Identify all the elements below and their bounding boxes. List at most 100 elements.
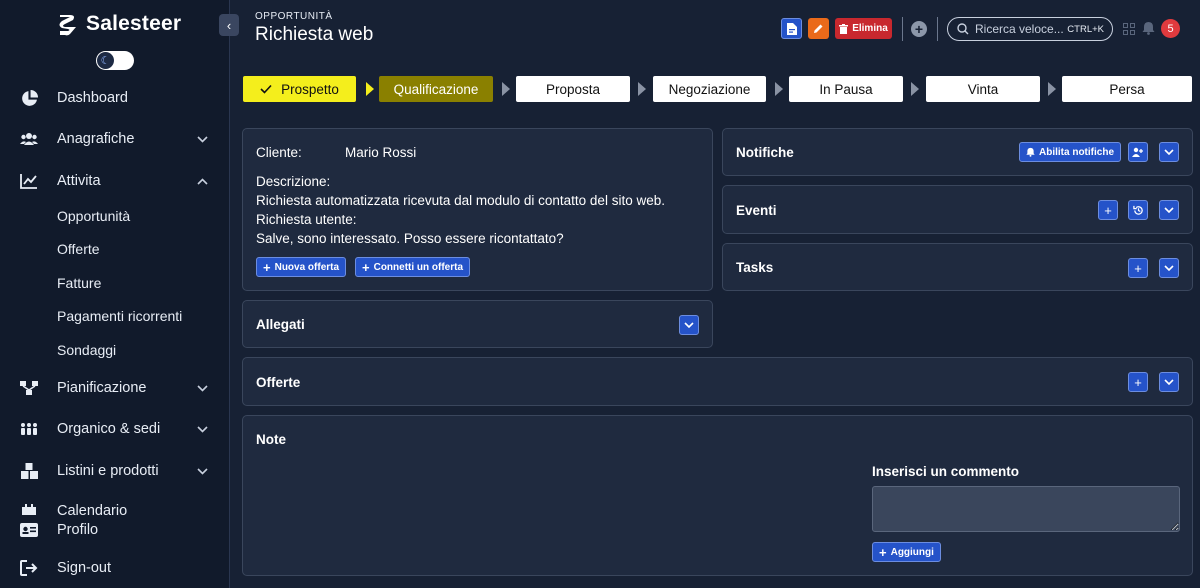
stage-label: Qualificazione: [393, 81, 479, 97]
tasks-title: Tasks: [736, 260, 774, 275]
chevron-down-icon: [1164, 149, 1174, 155]
plus-icon: +: [879, 544, 887, 560]
notes-title: Note: [256, 432, 286, 447]
stage-label: Prospetto: [281, 81, 339, 97]
chevron-down-icon: [684, 322, 694, 328]
add-subscriber-button[interactable]: [1128, 142, 1148, 162]
sidebar-item-label: Organico & sedi: [57, 421, 161, 437]
document-button[interactable]: [781, 18, 802, 39]
client-label: Cliente:: [256, 145, 302, 160]
apps-grid-icon[interactable]: [1123, 23, 1135, 35]
plus-icon: +: [362, 259, 370, 275]
sidebar-subitem-sondaggi[interactable]: Sondaggi: [57, 342, 116, 358]
page-title: Richiesta web: [255, 24, 374, 45]
delete-button[interactable]: Elimina: [835, 18, 892, 39]
button-label: Abilita notifiche: [1039, 146, 1114, 158]
sidebar-subitem-fatture[interactable]: Fatture: [57, 275, 101, 291]
stage-label: Negoziazione: [668, 81, 751, 97]
history-icon: [1132, 205, 1143, 215]
button-label: Connetti un offerta: [373, 261, 464, 273]
comment-label: Inserisci un commento: [872, 464, 1020, 479]
notification-badge[interactable]: 5: [1161, 19, 1180, 38]
offers-panel: Offerte +: [242, 357, 1193, 406]
stage-negoziazione[interactable]: Negoziazione: [653, 76, 766, 102]
delete-label: Elimina: [852, 23, 888, 34]
stage-qualificazione[interactable]: Qualificazione: [379, 76, 493, 102]
add-circle-button[interactable]: +: [911, 21, 927, 37]
stage-prospetto[interactable]: Prospetto: [243, 76, 356, 102]
pencil-icon: [814, 24, 823, 33]
add-task-button[interactable]: +: [1128, 258, 1148, 278]
event-history-button[interactable]: [1128, 200, 1148, 220]
chevron-left-icon: ‹: [226, 17, 232, 33]
brand-logo[interactable]: Salesteer: [56, 11, 181, 37]
trash-icon: [839, 23, 849, 34]
sidebar-item-listini-prodotti[interactable]: Listini e prodotti: [0, 456, 229, 486]
sidebar-item-calendario[interactable]: Calendario: [0, 497, 229, 515]
details-panel: Cliente: Mario Rossi Descrizione: Richie…: [242, 128, 713, 291]
description-line: Salve, sono interessato. Posso essere ri…: [256, 231, 564, 246]
sidebar-subitem-offerte[interactable]: Offerte: [57, 241, 100, 257]
chevron-down-icon: [197, 464, 208, 478]
expand-tasks-button[interactable]: [1159, 258, 1179, 278]
new-offer-button[interactable]: + Nuova offerta: [256, 257, 347, 277]
stage-in-pausa[interactable]: In Pausa: [789, 76, 903, 102]
chevron-up-icon: [197, 174, 208, 188]
stage-vinta[interactable]: Vinta: [926, 76, 1040, 102]
add-event-button[interactable]: +: [1098, 200, 1118, 220]
stage-persa[interactable]: Persa: [1062, 76, 1192, 102]
add-offer-button[interactable]: +: [1128, 372, 1148, 392]
expand-attachments-button[interactable]: [679, 315, 699, 335]
sidebar-subitem-pagamenti-ricorrenti[interactable]: Pagamenti ricorrenti: [57, 308, 182, 324]
button-label: Nuova offerta: [274, 261, 340, 273]
search-input[interactable]: [975, 22, 1075, 36]
enable-notifications-button[interactable]: Abilita notifiche: [1019, 142, 1121, 162]
stage-label: In Pausa: [819, 81, 873, 97]
stage-arrow: [638, 82, 646, 96]
sidebar-item-label: Calendario: [57, 503, 128, 515]
sidebar-item-label: Attivita: [57, 173, 101, 189]
connect-offer-button[interactable]: + Connetti un offerta: [355, 257, 471, 277]
users-icon: [20, 130, 38, 148]
sidebar-item-pianificazione[interactable]: Pianificazione: [0, 373, 229, 403]
boxes-icon: [20, 462, 38, 480]
button-label: Aggiungi: [890, 546, 934, 558]
theme-toggle[interactable]: ☾: [96, 51, 134, 70]
edit-button[interactable]: [808, 18, 829, 39]
calendar-icon: [20, 503, 38, 515]
quick-search[interactable]: CTRL+K: [947, 17, 1113, 41]
sidebar-item-sign-out[interactable]: Sign-out: [0, 553, 229, 583]
expand-offers-button[interactable]: [1159, 372, 1179, 392]
user-plus-icon: [1132, 147, 1143, 157]
sidebar-subitem-opportunita[interactable]: Opportunità: [57, 208, 130, 224]
search-icon: [957, 23, 969, 35]
bell-icon[interactable]: [1142, 21, 1155, 38]
expand-events-button[interactable]: [1159, 200, 1179, 220]
divider: [937, 17, 938, 41]
check-icon: [260, 84, 272, 94]
stage-label: Persa: [1109, 81, 1145, 97]
comment-textarea[interactable]: [872, 486, 1180, 532]
collapse-sidebar-button[interactable]: ‹: [219, 14, 239, 36]
salesteer-logo-icon: [59, 15, 76, 36]
sidebar-item-anagrafiche[interactable]: Anagrafiche: [0, 124, 229, 154]
attachments-title: Allegati: [256, 317, 305, 332]
sidebar-item-label: Profilo: [57, 522, 99, 538]
expand-notifications-button[interactable]: [1159, 142, 1179, 162]
plus-icon: +: [914, 21, 924, 37]
sidebar-item-attivita[interactable]: Attivita: [0, 166, 229, 196]
brand-name: Salesteer: [86, 12, 182, 35]
document-icon: [786, 22, 797, 35]
divider: [902, 17, 903, 41]
sidebar-item-dashboard[interactable]: Dashboard: [0, 83, 229, 113]
sidebar-item-organico-sedi[interactable]: Organico & sedi: [0, 414, 229, 444]
stage-arrow: [1048, 82, 1056, 96]
search-shortcut: CTRL+K: [1067, 23, 1104, 35]
client-value: Mario Rossi: [345, 145, 417, 160]
description-line: Richiesta automatizzata ricevuta dal mod…: [256, 193, 665, 208]
page-subtitle: OPPORTUNITÀ: [255, 11, 333, 22]
plus-icon: +: [263, 259, 271, 275]
stage-proposta[interactable]: Proposta: [516, 76, 630, 102]
add-comment-button[interactable]: + Aggiungi: [872, 542, 941, 562]
sidebar-item-profilo[interactable]: Profilo: [0, 515, 229, 545]
